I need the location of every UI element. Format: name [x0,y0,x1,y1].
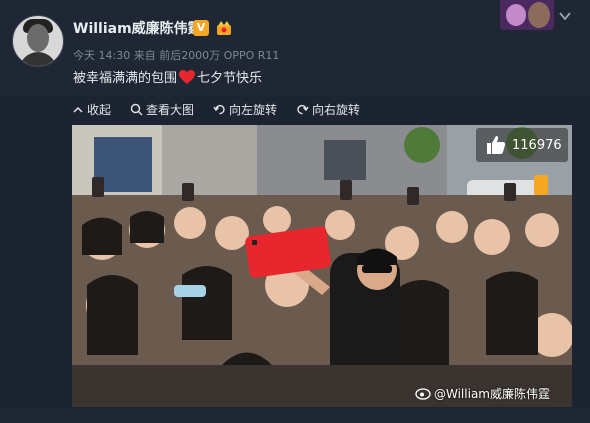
weibo-eye-icon [415,388,431,400]
rotate-right-label: 向右旋转 [312,103,361,117]
collect-button[interactable]: 收起 [72,101,111,118]
heart-icon [179,69,196,84]
view-large-label: 查看大图 [146,103,195,117]
avatar[interactable] [12,15,64,67]
post-text: 被幸福满满的包围 七夕节快乐 [73,67,262,86]
post-text-before: 被幸福满满的包围 [73,71,178,86]
skin-preview[interactable] [500,0,554,30]
crowd-selfie-illustration [72,125,572,407]
like-counter[interactable]: 116976 [476,128,568,162]
rotate-left-icon [213,104,225,115]
rotate-right-button[interactable]: 向右旋转 [296,101,360,118]
post-photo[interactable] [72,125,572,407]
rotate-right-icon [297,104,309,115]
image-toolbar: 收起 查看大图 向左旋转 向右旋转 [0,95,590,123]
collect-label: 收起 [87,103,112,117]
view-large-button[interactable]: 查看大图 [130,101,194,118]
chevron-down-icon[interactable] [558,9,572,23]
post-meta: 今天 14:30 来自 前后2000万 OPPO R11 [73,49,280,62]
footer-strip [0,408,590,423]
search-icon [130,103,143,116]
rotate-left-label: 向左旋转 [229,103,278,117]
thumbs-up-icon [487,136,506,154]
crown-icon [217,21,231,35]
post-text-after: 七夕节快乐 [197,71,263,86]
rotate-left-button[interactable]: 向左旋转 [213,101,277,118]
collapse-icon [73,106,83,113]
photo-watermark: @William威廉陈伟霆 [415,385,550,402]
like-count: 116976 [512,137,562,153]
verified-badge: V [193,20,209,36]
username-link[interactable]: William威廉陈伟霆 [73,18,202,38]
watermark-text: @William威廉陈伟霆 [434,387,550,401]
